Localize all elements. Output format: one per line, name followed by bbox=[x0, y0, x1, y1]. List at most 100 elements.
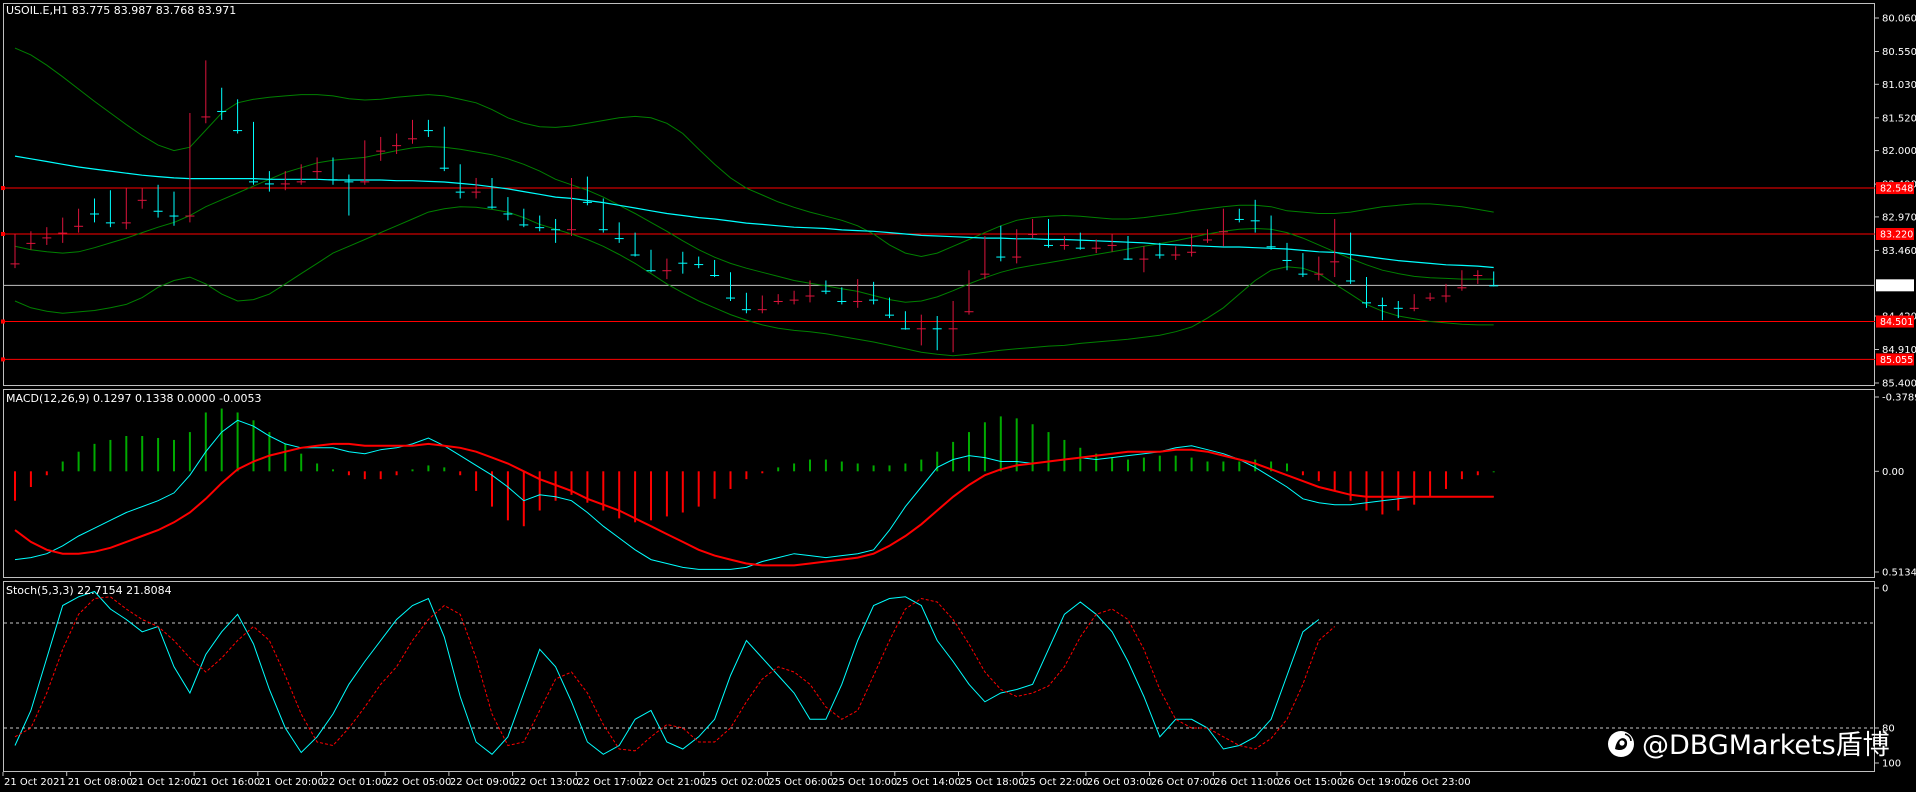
candle-body bbox=[694, 264, 704, 266]
candle-body bbox=[249, 181, 258, 183]
candle-body bbox=[471, 191, 481, 193]
watermark-text: @DBGMarkets盾博 bbox=[1642, 730, 1890, 761]
candle-body bbox=[58, 232, 68, 234]
stoch-panel-title: Stoch(5,3,3) 22.7154 21.8084 bbox=[6, 584, 172, 597]
candle-body bbox=[757, 309, 767, 311]
candle-body bbox=[678, 262, 688, 264]
candle-body bbox=[519, 224, 529, 226]
price-axis-tick-label: 83.460 bbox=[1882, 246, 1916, 257]
candle-body bbox=[264, 183, 274, 185]
candle-body bbox=[137, 199, 147, 201]
candle-body bbox=[376, 150, 386, 152]
time-tick-label: 26 Oct 19:00 bbox=[1342, 777, 1407, 788]
candle-body bbox=[551, 229, 561, 231]
time-tick-label: 25 Oct 10:00 bbox=[832, 777, 897, 788]
price-axis-tick-label: 80.550 bbox=[1882, 47, 1916, 58]
candle-body bbox=[1441, 295, 1451, 297]
price-axis-tick-label: 82.000 bbox=[1882, 146, 1916, 157]
candle-body bbox=[423, 130, 433, 132]
candle-body bbox=[726, 297, 735, 299]
time-tick-label: 21 Oct 08:00 bbox=[68, 777, 133, 788]
candle-body bbox=[853, 300, 863, 302]
candle-body bbox=[932, 328, 942, 330]
candle-body bbox=[598, 229, 608, 231]
candle-body bbox=[185, 215, 195, 217]
stoch-axis-tick-label: 0 bbox=[1882, 584, 1888, 595]
candle-body bbox=[900, 328, 910, 330]
candle-body bbox=[1346, 280, 1356, 282]
candle-body bbox=[1234, 218, 1244, 220]
level-tag-label: 84.501 bbox=[1880, 317, 1913, 328]
candle-body bbox=[916, 328, 926, 330]
watermark: @DBGMarkets盾博 bbox=[1608, 730, 1890, 761]
time-tick-label: 21 Oct 20:00 bbox=[259, 777, 324, 788]
candle-body bbox=[837, 300, 847, 302]
time-tick-label: 22 Oct 01:00 bbox=[323, 777, 388, 788]
candle-body bbox=[964, 311, 974, 313]
price-axis-tick-label: 80.060 bbox=[1882, 14, 1916, 25]
price-axis-tick-label: 85.400 bbox=[1882, 379, 1916, 390]
macd-axis-tick-label: -0.3789 bbox=[1882, 393, 1916, 404]
macd-axis-tick-label: 0.5134 bbox=[1882, 568, 1916, 579]
candle-body bbox=[885, 314, 894, 316]
time-tick-label: 25 Oct 02:00 bbox=[705, 777, 770, 788]
level-marker bbox=[1, 357, 5, 362]
candle-body bbox=[392, 145, 402, 147]
candle-body bbox=[1409, 307, 1419, 309]
candle-body bbox=[741, 309, 751, 311]
candle-body bbox=[1155, 254, 1165, 256]
time-tick-label: 25 Oct 22:00 bbox=[1023, 777, 1088, 788]
time-tick-label: 21 Oct 2021 bbox=[4, 777, 66, 788]
candle-body bbox=[1091, 247, 1101, 249]
candle-body bbox=[1171, 254, 1181, 256]
candle-body bbox=[1298, 273, 1308, 275]
candle-body bbox=[360, 181, 370, 183]
candle-body bbox=[1362, 302, 1371, 304]
candle-body bbox=[1314, 273, 1324, 275]
candle-body bbox=[1075, 247, 1085, 249]
candle-body bbox=[1250, 220, 1260, 222]
candle-body bbox=[662, 270, 672, 272]
time-tick-label: 22 Oct 13:00 bbox=[514, 777, 579, 788]
candle-body bbox=[948, 328, 958, 330]
level-tag-label: 82.548 bbox=[1880, 184, 1913, 195]
candle-body bbox=[1044, 244, 1053, 246]
candle-body bbox=[1473, 275, 1483, 277]
candle-body bbox=[503, 213, 513, 215]
price-axis-tick-label: 82.970 bbox=[1882, 212, 1916, 223]
time-tick-label: 22 Oct 17:00 bbox=[577, 777, 642, 788]
candle-body bbox=[1425, 297, 1435, 299]
candle-body bbox=[1393, 307, 1403, 309]
candle-body bbox=[535, 227, 545, 229]
time-tick-label: 25 Oct 06:00 bbox=[768, 777, 833, 788]
candle-body bbox=[1123, 258, 1133, 260]
chart-background bbox=[0, 0, 1916, 792]
time-tick-label: 22 Oct 05:00 bbox=[386, 777, 451, 788]
candle-body bbox=[1059, 244, 1069, 246]
candle-body bbox=[1187, 251, 1197, 253]
price-axis-tick-label: 81.520 bbox=[1882, 113, 1916, 124]
candle-body bbox=[90, 213, 99, 215]
candle-body bbox=[105, 222, 115, 224]
candle-body bbox=[169, 215, 179, 217]
candle-body bbox=[789, 299, 799, 301]
candle-body bbox=[1012, 256, 1022, 258]
time-tick-label: 22 Oct 21:00 bbox=[641, 777, 706, 788]
time-tick-label: 26 Oct 15:00 bbox=[1278, 777, 1343, 788]
candle-body bbox=[1266, 246, 1276, 248]
candle-body bbox=[1203, 239, 1212, 241]
candle-body bbox=[567, 229, 576, 231]
candle-body bbox=[201, 116, 211, 118]
macd-axis-tick-label: 0.00 bbox=[1882, 467, 1904, 478]
candle-body bbox=[217, 110, 227, 112]
candle-body bbox=[1107, 244, 1117, 246]
time-tick-label: 22 Oct 09:00 bbox=[450, 777, 515, 788]
candle-body bbox=[487, 206, 497, 208]
candle-body bbox=[439, 167, 449, 169]
candle-body bbox=[869, 299, 879, 301]
candle-body bbox=[1028, 233, 1038, 235]
time-tick-label: 25 Oct 18:00 bbox=[960, 777, 1025, 788]
chart-canvas: 85.40084.91084.42083.46082.97082.49082.0… bbox=[0, 0, 1916, 792]
candle-body bbox=[1457, 287, 1467, 289]
candle-body bbox=[1218, 231, 1228, 233]
